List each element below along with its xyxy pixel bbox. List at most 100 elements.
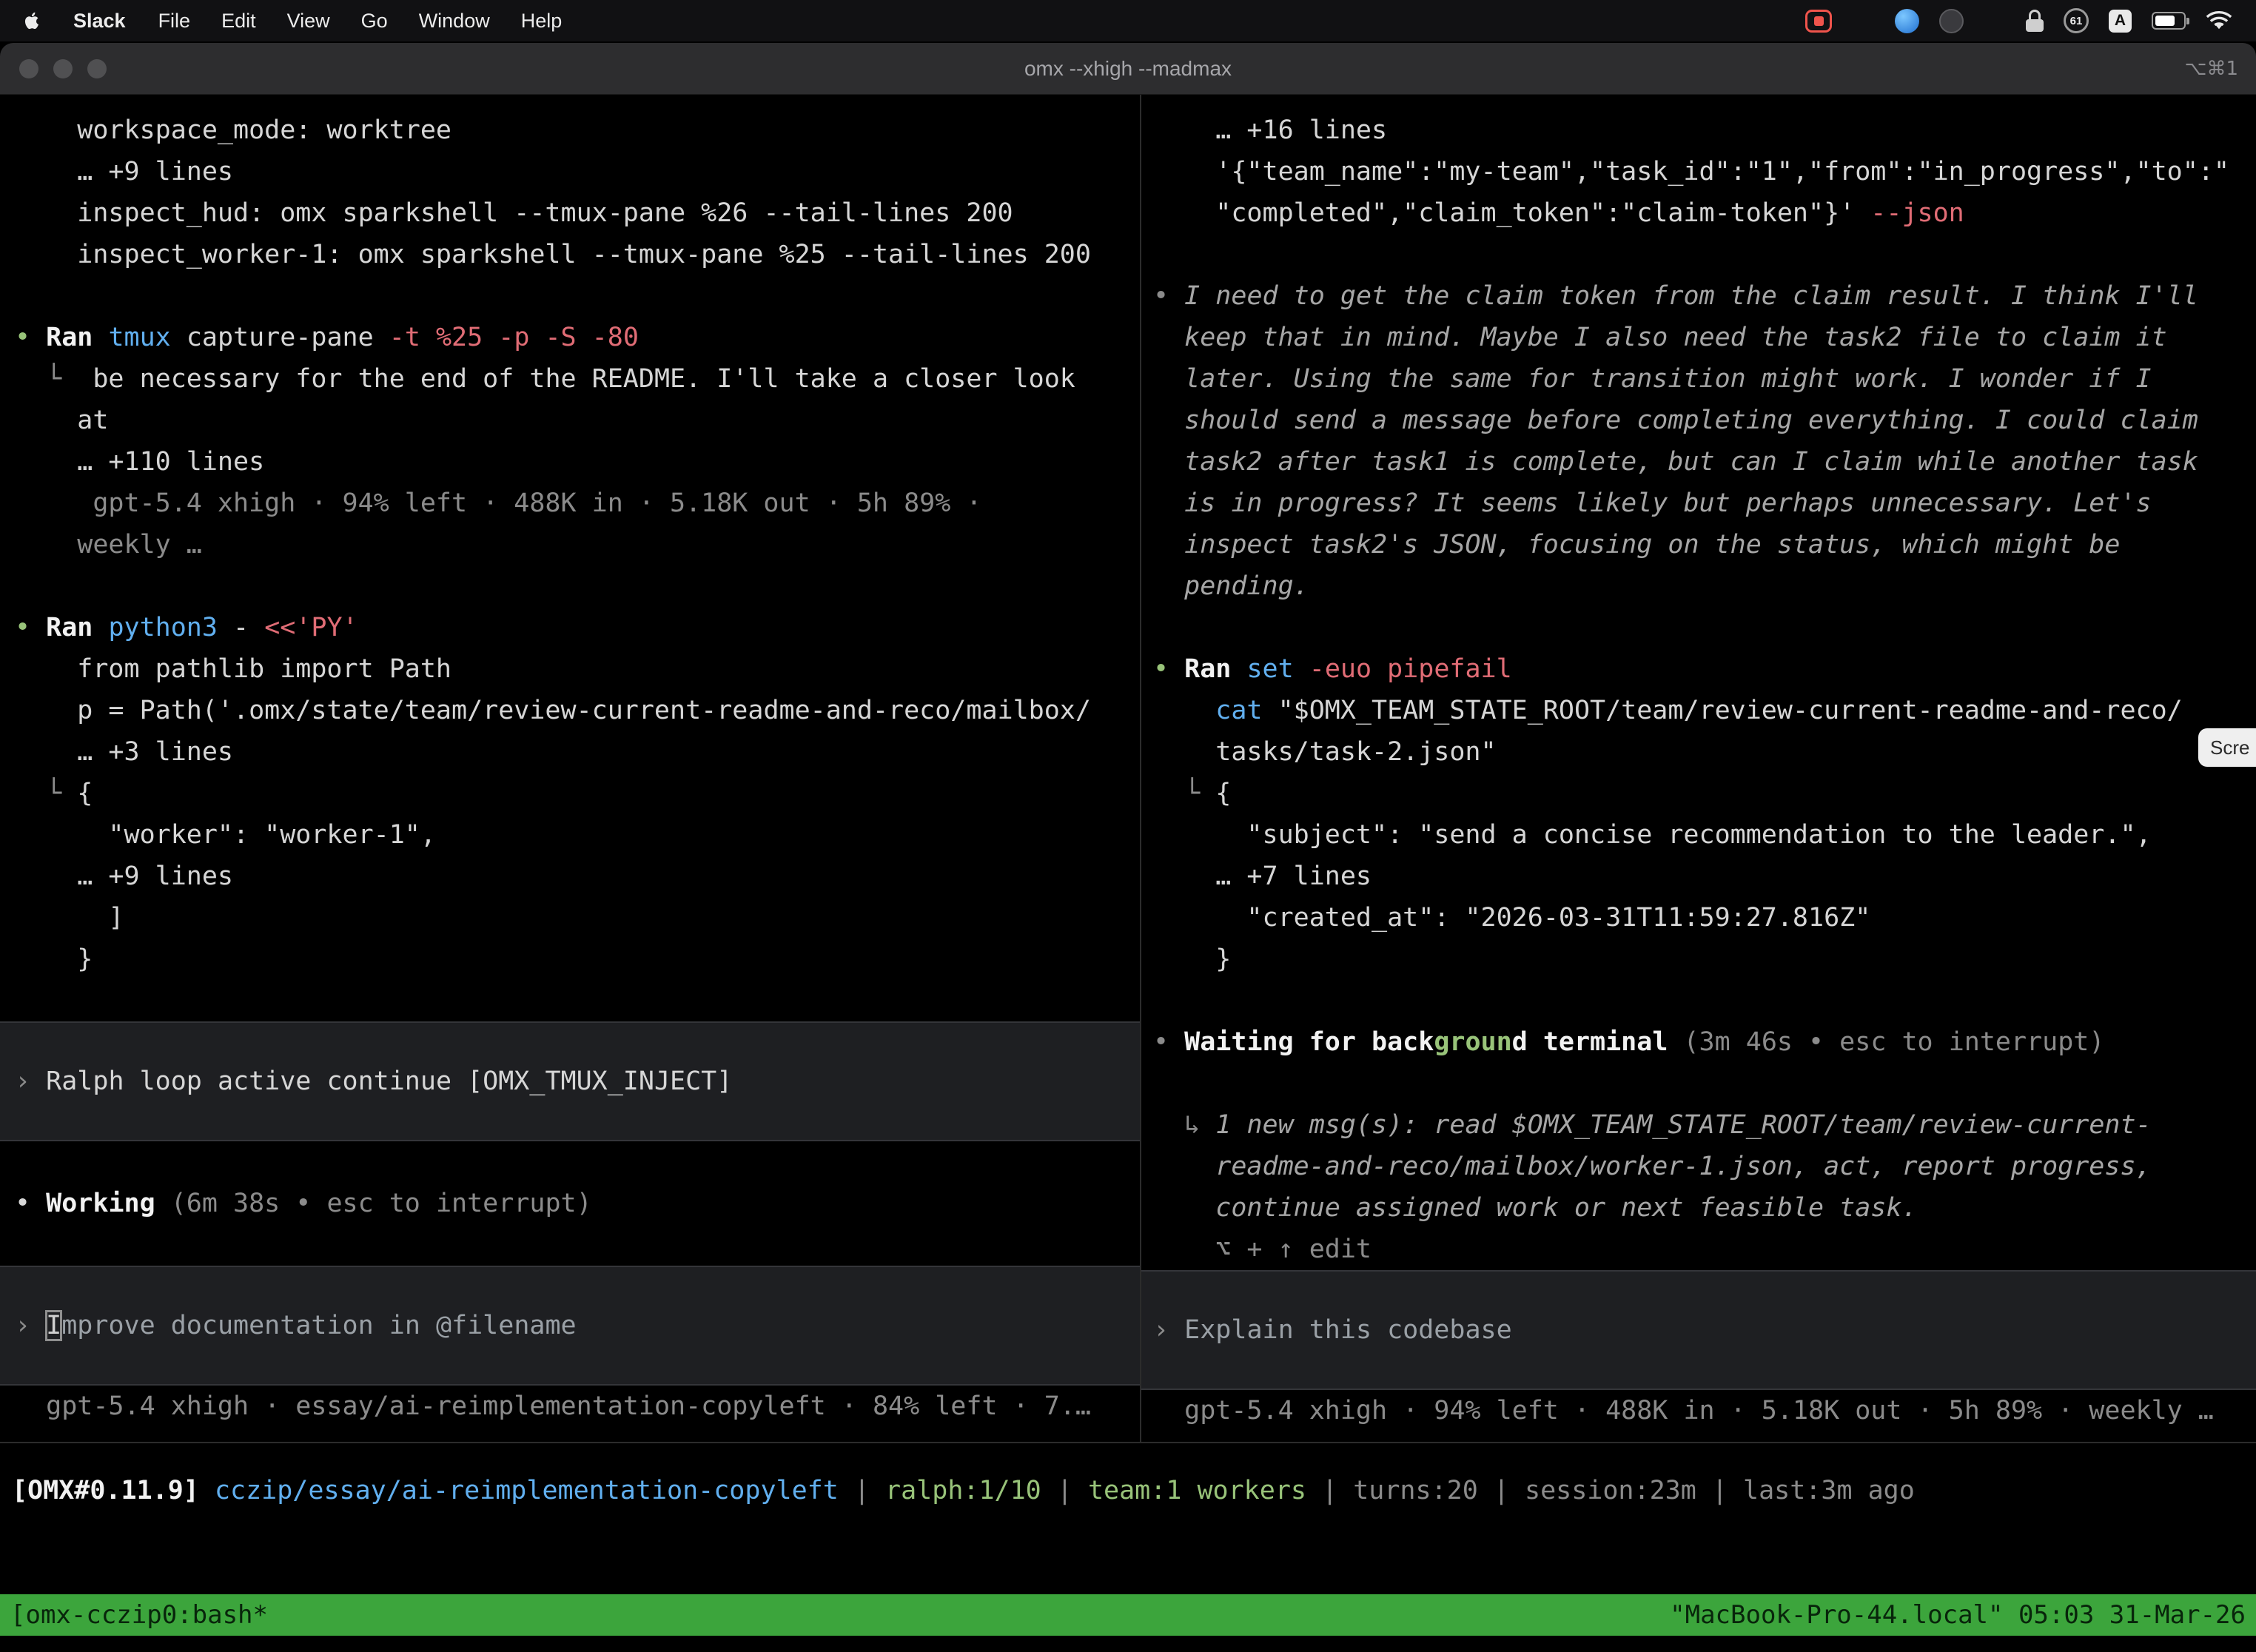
text-segment: • [15,1189,46,1218]
text-segment: is in progress? It seems likely but perh… [1184,488,2151,518]
terminal-line: • Ran tmux capture-pane -t %25 -p -S -80 [0,317,1140,358]
terminal-blank-line [0,275,1140,317]
prompt-input-right-box[interactable]: › Explain this codebase [1141,1270,2256,1390]
terminal-line: "subject": "send a concise recommendatio… [1141,814,2256,856]
apple-menu-icon[interactable] [24,10,43,32]
terminal-line: … +3 lines [0,731,1140,773]
text-segment: from pathlib import Path [77,654,451,684]
text-segment: --json [1870,198,1964,228]
terminal-line: at [0,400,1140,441]
text-segment: └ [1184,779,1215,808]
terminal-window: omx --xhigh --madmax ⌥⌘1 workspace_mode:… [0,43,2256,1652]
menu-item-help[interactable]: Help [506,0,578,41]
prompt-input-right: › Explain this codebase [1141,1309,2256,1351]
text-segment: <<'PY' [264,613,357,642]
text-segment: p = Path('.omx/state/team/review-current… [77,696,1091,725]
terminal-line: '{"team_name":"my-team","task_id":"1","f… [1141,151,2256,192]
text-segment: turns:20 [1353,1476,1478,1505]
text-segment: at [77,406,108,435]
text-segment: } [77,944,93,974]
terminal-blank-line [0,980,1140,1021]
menu-item-file[interactable]: File [143,0,207,41]
text-segment: Waiting for back [1184,1027,1434,1057]
text-segment: task2 after task1 is complete, but can I… [1184,447,2198,477]
screen: Slack FileEditViewGoWindowHelp 61 A [0,0,2256,1652]
terminal-blank-line [0,1224,1140,1266]
terminal-blank-line [0,565,1140,607]
dark-app-icon[interactable] [1939,9,1964,33]
app-grid-icon[interactable] [1984,10,2006,32]
text-segment: • [1153,654,1184,684]
terminal-line: is in progress? It seems likely but perh… [1141,483,2256,524]
terminal-line: • Waiting for background terminal (3m 46… [1141,1021,2256,1063]
terminal-line: inspect task2's JSON, focusing on the st… [1141,524,2256,565]
text-segment: | [1041,1476,1088,1505]
terminal-line: ↳ 1 new msg(s): read $OMX_TEAM_STATE_ROO… [1141,1104,2256,1146]
text-segment: … +3 lines [77,737,233,767]
battery-icon[interactable] [2152,12,2186,30]
text-segment: 1 new msg(s): read $OMX_TEAM_STATE_ROOT/… [1215,1110,2151,1140]
text-segment: weekly … [77,530,202,560]
text-segment: set [1246,654,1309,684]
pane-right[interactable]: … +16 lines'{"team_name":"my-team","task… [1141,95,2256,1442]
text-segment: Explain this codebase [1184,1315,1512,1345]
menu-bar: Slack FileEditViewGoWindowHelp 61 A [0,0,2256,41]
injected-prompt: › Ralph loop active continue [OMX_TMUX_I… [0,1061,1140,1102]
text-segment: "worker": "worker-1", [108,820,436,850]
terminal-line: inspect_hud: omx sparkshell --tmux-pane … [0,192,1140,234]
text-segment: gpt-5.4 xhigh · 94% left · 488K in · 5.1… [1184,1396,2214,1426]
screen-recording-indicator-icon[interactable] [1805,10,1832,33]
text-segment: … +110 lines [77,447,264,477]
pane-left[interactable]: workspace_mode: worktree… +9 linesinspec… [0,95,1140,1442]
text-segment: [OMX#0.11.9] [12,1476,215,1505]
model-status-line: gpt-5.4 xhigh · essay/ai-reimplementatio… [0,1386,1140,1427]
menu-item-window[interactable]: Window [403,0,506,41]
text-segment: › [15,1311,46,1340]
terminal-line: later. Using the same for transition mig… [1141,358,2256,400]
battery-circle-icon[interactable]: 61 [2064,8,2089,33]
terminal-line: "created_at": "2026-03-31T11:59:27.816Z" [1141,897,2256,939]
injected-prompt-box[interactable]: › Ralph loop active continue [OMX_TMUX_I… [0,1021,1140,1141]
blue-app-icon[interactable] [1895,9,1919,33]
menu-item-edit[interactable]: Edit [206,0,272,41]
terminal-line: "completed","claim_token":"claim-token"}… [1141,192,2256,234]
terminal-line: pending. [1141,565,2256,607]
omx-status-line: [OMX#0.11.9] cczip/essay/ai-reimplementa… [0,1470,2256,1511]
window-title: omx --xhigh --madmax [0,43,2256,95]
lock-icon[interactable] [2026,10,2044,32]
terminal-line: • Ran python3 - <<'PY' [0,607,1140,648]
menu-app-name[interactable]: Slack [56,0,143,41]
text-segment: ralph:1/10 [885,1476,1041,1505]
menu-item-go[interactable]: Go [346,0,403,41]
text-segment: | [839,1476,885,1505]
terminal-line: gpt-5.4 xhigh · 94% left · 488K in · 5.1… [0,483,1140,524]
menu-item-view[interactable]: View [272,0,346,41]
terminal[interactable]: workspace_mode: worktree… +9 linesinspec… [0,95,2256,1652]
text-segment: inspect_hud: omx sparkshell --tmux-pane … [77,198,1013,228]
text-segment: be necessary for the end of the README. … [93,364,1075,394]
input-source-icon[interactable]: A [2109,10,2132,33]
text-segment: cczip/essay/ai-reimplementation-copyleft [215,1476,839,1505]
terminal-blank-line [1141,607,2256,648]
text-segment: • [1153,1027,1184,1057]
terminal-line: continue assigned work or next feasible … [1141,1187,2256,1229]
tmux-host-time: "MacBook-Pro-44.local" 05:03 31-Mar-26 [1670,1594,2246,1636]
text-segment: › [1153,1315,1184,1345]
text-segment: ↳ [1184,1110,1215,1140]
text-segment: should send a message before completing … [1184,406,2198,435]
prompt-input-left-box[interactable]: › Improve documentation in @filename [0,1266,1140,1386]
window-tiles-icon[interactable] [1852,11,1875,31]
terminal-blank-line [1141,1063,2256,1104]
text-segment: gpt-5.4 xhigh · 94% left · 488K in · 5.1… [93,488,981,518]
text-segment: mprove documentation in @filename [61,1311,576,1340]
text-segment: • [15,613,46,642]
text-segment: - [233,613,264,642]
window-shortcut-badge: ⌥⌘1 [2184,43,2238,95]
text-segment: inspect_worker-1: omx sparkshell --tmux-… [77,240,1091,269]
terminal-line: weekly … [0,524,1140,565]
wifi-icon[interactable] [2206,6,2232,36]
text-segment: later. Using the same for transition mig… [1184,364,2151,394]
menu-left: Slack FileEditViewGoWindowHelp [16,0,577,41]
menu-status-icons: 61 A [1805,6,2240,36]
tmux-session-window[interactable]: [omx-cczip0:bash* [10,1594,268,1636]
